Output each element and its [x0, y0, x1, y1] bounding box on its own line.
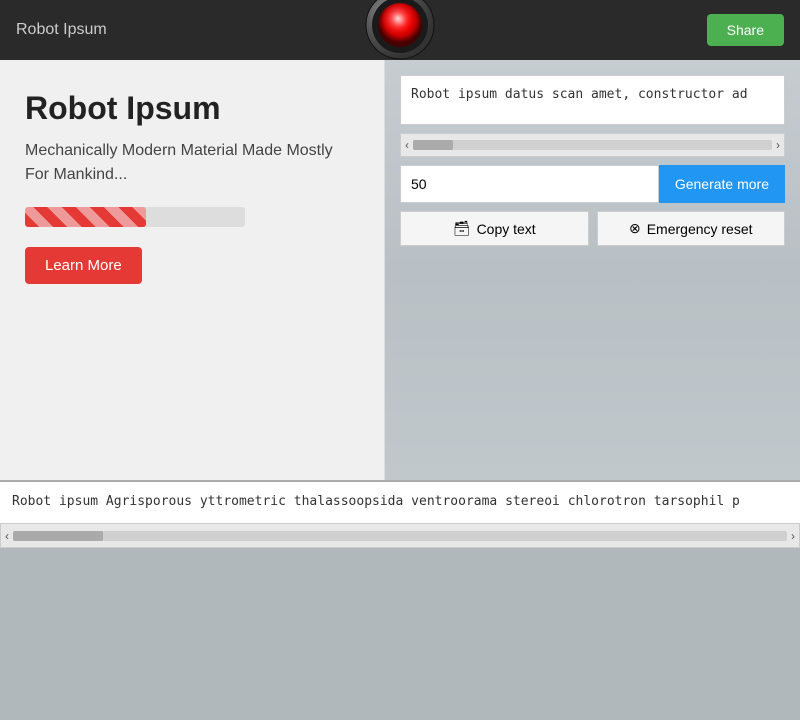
- action-row: 🗃 Copy text ⊗ Emergency reset: [400, 211, 785, 246]
- bottom-scroll-track[interactable]: [13, 531, 787, 541]
- bottom-area: Robot ipsum Agrisporous yttrometric thal…: [0, 480, 800, 548]
- scroll-thumb[interactable]: [413, 140, 453, 150]
- copy-text-button[interactable]: 🗃 Copy text: [400, 211, 589, 246]
- hal-eye-logo: [365, 0, 435, 60]
- right-panel: Robot ipsum datus scan amet, constructor…: [385, 60, 800, 480]
- main-heading: Robot Ipsum: [25, 90, 359, 127]
- scroll-left-icon[interactable]: ‹: [405, 138, 409, 152]
- emergency-reset-label: Emergency reset: [647, 221, 753, 237]
- bottom-text-output: Robot ipsum Agrisporous yttrometric thal…: [0, 482, 800, 524]
- progress-bar-container: [25, 207, 245, 227]
- copy-text-label: Copy text: [477, 221, 536, 237]
- emergency-icon: ⊗: [629, 220, 641, 237]
- left-panel: Robot Ipsum Mechanically Modern Material…: [0, 60, 385, 480]
- bottom-scroll-left-icon[interactable]: ‹: [5, 529, 9, 543]
- text-output: Robot ipsum datus scan amet, constructor…: [400, 75, 785, 125]
- header: Robot Ipsum: [0, 0, 800, 60]
- progress-bar-fill: [25, 207, 146, 227]
- copy-icon: 🗃: [453, 220, 471, 237]
- bottom-scrollbar[interactable]: ‹ ›: [0, 524, 800, 548]
- bottom-scroll-thumb[interactable]: [13, 531, 103, 541]
- scroll-track[interactable]: [413, 140, 772, 150]
- main-area: Robot Ipsum Mechanically Modern Material…: [0, 60, 800, 480]
- main-subtext: Mechanically Modern Material Made Mostly…: [25, 139, 359, 187]
- app-title: Robot Ipsum: [16, 21, 107, 39]
- learn-more-button[interactable]: Learn More: [25, 247, 142, 284]
- share-button[interactable]: Share: [707, 14, 784, 46]
- count-input[interactable]: [400, 165, 659, 203]
- emergency-reset-button[interactable]: ⊗ Emergency reset: [597, 211, 786, 246]
- bottom-scroll-right-icon[interactable]: ›: [791, 529, 795, 543]
- generate-row: Generate more: [400, 165, 785, 203]
- text-scrollbar[interactable]: ‹ ›: [400, 133, 785, 157]
- generate-more-button[interactable]: Generate more: [659, 165, 785, 203]
- scroll-right-icon[interactable]: ›: [776, 138, 780, 152]
